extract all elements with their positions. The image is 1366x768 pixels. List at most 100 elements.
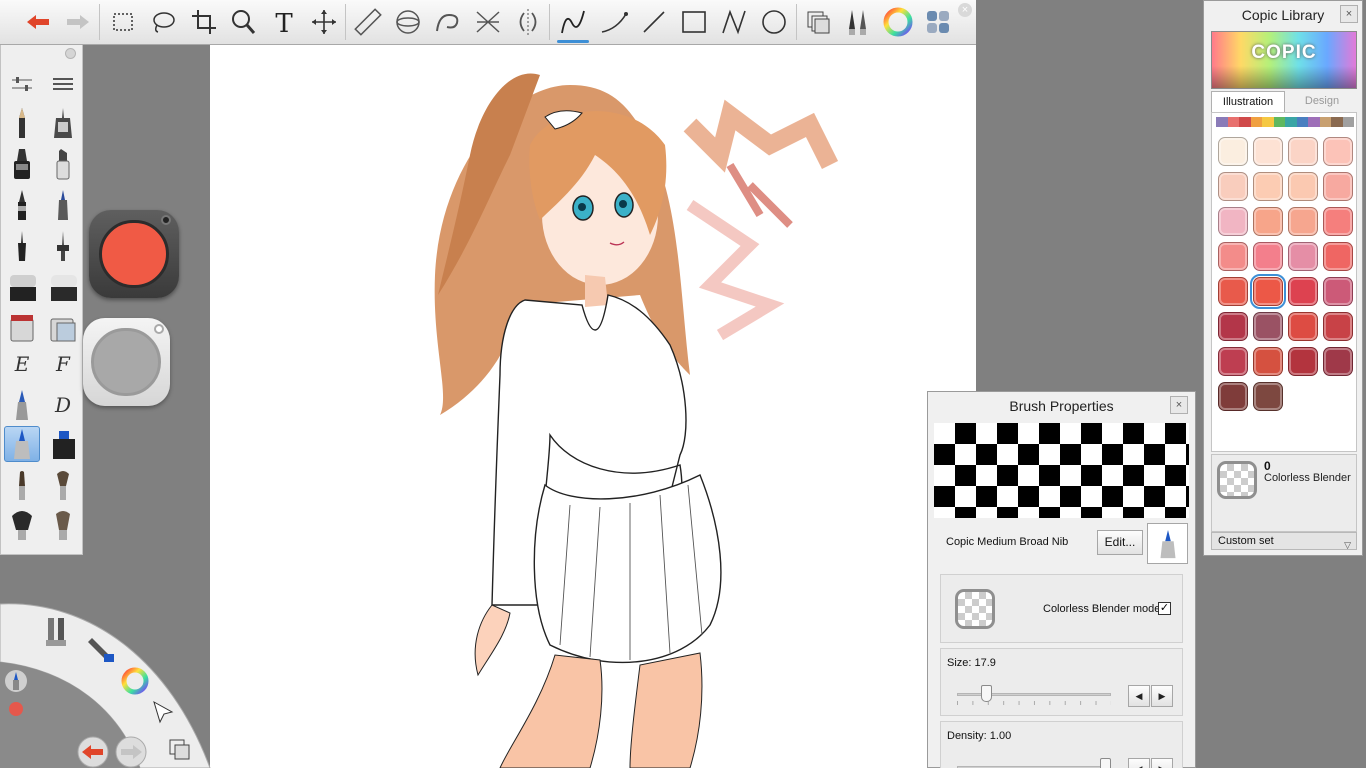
airbrush-icon[interactable]	[4, 270, 40, 306]
paint-bucket-icon[interactable]	[4, 310, 40, 346]
copic-color-swatch[interactable]	[1288, 347, 1318, 376]
lagoon-select-icon[interactable]	[150, 698, 176, 726]
ruler-icon[interactable]	[350, 4, 386, 40]
fill-bucket-icon[interactable]	[45, 310, 81, 346]
lagoon-current-brush-icon[interactable]	[4, 668, 28, 694]
density-decrease-button[interactable]: ◀	[1128, 758, 1150, 768]
tab-illustration[interactable]: Illustration	[1211, 91, 1285, 113]
drawing-canvas[interactable]	[210, 45, 976, 768]
panel-grip-icon[interactable]	[65, 48, 76, 59]
density-increase-button[interactable]: ▶	[1151, 758, 1173, 768]
primary-color-puck[interactable]	[89, 210, 179, 298]
freehand-icon[interactable]	[555, 4, 591, 43]
redo-icon[interactable]	[60, 4, 96, 40]
perspective-icon[interactable]	[470, 4, 506, 40]
copic-color-swatch[interactable]	[1288, 172, 1318, 201]
copic-color-swatch[interactable]	[1323, 172, 1353, 201]
brush-list-icon[interactable]	[45, 66, 81, 102]
edit-brush-button[interactable]: Edit...	[1097, 530, 1143, 555]
marker-brush-icon[interactable]	[4, 146, 40, 182]
brushes-icon[interactable]	[840, 4, 876, 40]
copic-color-swatch[interactable]	[1218, 347, 1248, 376]
copic-color-swatch[interactable]	[1253, 242, 1283, 271]
custom-set-dropdown[interactable]: Custom set ▽	[1211, 532, 1357, 550]
dodge-d-icon[interactable]: D	[45, 387, 81, 423]
copic-color-swatch[interactable]	[1218, 172, 1248, 201]
copic-marker-icon[interactable]	[4, 426, 40, 462]
size-decrease-button[interactable]: ◀	[1128, 685, 1150, 707]
lagoon-undo-icon[interactable]	[76, 736, 110, 768]
color-wheel-icon[interactable]	[880, 4, 916, 40]
pencil-brush-icon[interactable]	[4, 105, 40, 141]
soft-airbrush-icon[interactable]	[45, 270, 81, 306]
ballpoint-pen-icon[interactable]	[45, 187, 81, 223]
copic-color-swatch[interactable]	[1253, 137, 1283, 166]
felt-pen-icon[interactable]	[4, 187, 40, 223]
lagoon-layers-icon[interactable]	[166, 736, 194, 764]
line-icon[interactable]	[636, 4, 672, 40]
flat-brush-icon[interactable]	[4, 507, 40, 543]
copic-color-swatch[interactable]	[1288, 207, 1318, 236]
round-brush-icon[interactable]	[4, 467, 40, 503]
color-family-chip[interactable]	[1285, 117, 1297, 127]
color-family-chip[interactable]	[1342, 117, 1354, 127]
copic-color-swatch[interactable]	[1253, 172, 1283, 201]
copic-color-swatch[interactable]	[1323, 312, 1353, 341]
brush-settings-icon[interactable]	[4, 66, 40, 102]
copic-color-swatch[interactable]	[1218, 382, 1248, 411]
color-family-chip[interactable]	[1319, 117, 1331, 127]
copic-color-swatch[interactable]	[1323, 207, 1353, 236]
symmetry-icon[interactable]	[510, 4, 546, 40]
zoom-icon[interactable]	[225, 4, 261, 40]
crop-icon[interactable]	[186, 4, 222, 40]
color-family-chip[interactable]	[1216, 117, 1228, 127]
color-family-chip[interactable]	[1331, 117, 1343, 127]
fine-liner-icon[interactable]	[4, 228, 40, 264]
lagoon-redo-icon[interactable]	[114, 736, 148, 768]
copic-color-swatch[interactable]	[1323, 347, 1353, 376]
color-family-strip[interactable]	[1216, 117, 1354, 127]
lagoon-color-wheel-icon[interactable]	[120, 666, 150, 696]
filbert-brush-icon[interactable]	[45, 507, 81, 543]
move-icon[interactable]	[306, 4, 342, 40]
copic-color-swatch[interactable]	[1323, 277, 1353, 306]
copic-color-swatch[interactable]	[1218, 312, 1248, 341]
copic-color-swatch[interactable]	[1218, 137, 1248, 166]
copic-color-swatch[interactable]	[1288, 277, 1318, 306]
color-family-chip[interactable]	[1308, 117, 1320, 127]
eraser-e-icon[interactable]: E	[4, 346, 40, 382]
brush-pen-icon[interactable]	[4, 387, 40, 423]
color-family-chip[interactable]	[1273, 117, 1285, 127]
fan-brush-icon[interactable]	[45, 467, 81, 503]
copic-icon[interactable]	[920, 4, 956, 40]
lagoon-tools-icon[interactable]	[42, 614, 72, 650]
copic-color-swatch[interactable]	[1253, 347, 1283, 376]
copic-library-close-button[interactable]: ×	[1340, 5, 1358, 23]
rectangle-icon[interactable]	[676, 4, 712, 40]
color-family-chip[interactable]	[1296, 117, 1308, 127]
toolbar-close-icon[interactable]: ×	[958, 3, 972, 17]
size-slider-thumb[interactable]	[981, 685, 992, 702]
lagoon-current-color-dot[interactable]	[9, 702, 23, 716]
inking-pen-icon[interactable]	[45, 228, 81, 264]
copic-color-swatch[interactable]	[1253, 207, 1283, 236]
secondary-color-puck[interactable]	[83, 318, 170, 406]
copic-color-swatch[interactable]	[1253, 382, 1283, 411]
copic-color-swatch[interactable]	[1218, 207, 1248, 236]
fill-f-icon[interactable]: F	[45, 346, 81, 382]
layers-icon[interactable]	[800, 4, 836, 40]
polyline-icon[interactable]	[716, 4, 752, 40]
copic-color-swatch[interactable]	[1253, 312, 1283, 341]
color-family-chip[interactable]	[1250, 117, 1262, 127]
lagoon-brush-icon[interactable]	[88, 634, 116, 664]
copic-color-swatch[interactable]	[1218, 277, 1248, 306]
french-curve-icon[interactable]	[430, 4, 466, 40]
ellipse-guide-icon[interactable]	[390, 4, 426, 40]
copic-color-swatch[interactable]	[1288, 137, 1318, 166]
copic-color-swatch[interactable]	[1218, 242, 1248, 271]
chisel-marker-icon[interactable]	[45, 146, 81, 182]
tab-design[interactable]: Design	[1288, 91, 1356, 113]
rect-select-icon[interactable]	[105, 4, 141, 40]
curve-icon[interactable]	[596, 4, 632, 40]
ellipse-icon[interactable]	[756, 4, 792, 40]
